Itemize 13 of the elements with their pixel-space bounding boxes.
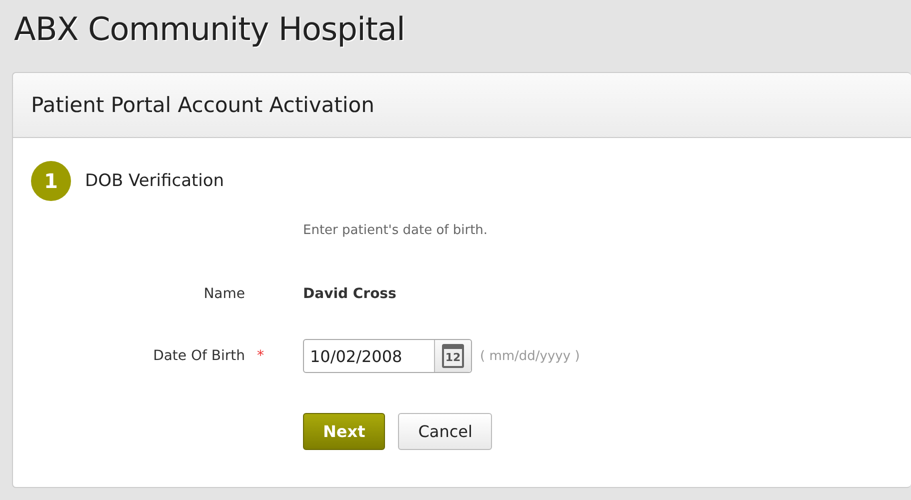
panel-title: Patient Portal Account Activation — [31, 93, 374, 117]
field-label: Name — [204, 286, 245, 302]
step-title: DOB Verification — [85, 171, 224, 191]
calendar-icon[interactable]: 12 — [442, 344, 464, 368]
date-input-field[interactable]: 10/02/2008 12 — [303, 339, 472, 373]
secondary-button[interactable]: Cancel — [398, 413, 492, 450]
site-title: ABX Community Hospital — [14, 10, 405, 48]
name-value: David Cross — [303, 286, 396, 302]
date-format-hint: ( mm/dd/yyyy ) — [480, 348, 580, 364]
field-label: Date Of Birth — [153, 348, 245, 364]
step-number-badge: 1 — [31, 161, 71, 201]
required-mark: * — [256, 348, 264, 364]
instruction-text: Enter patient's date of birth. — [303, 223, 489, 240]
